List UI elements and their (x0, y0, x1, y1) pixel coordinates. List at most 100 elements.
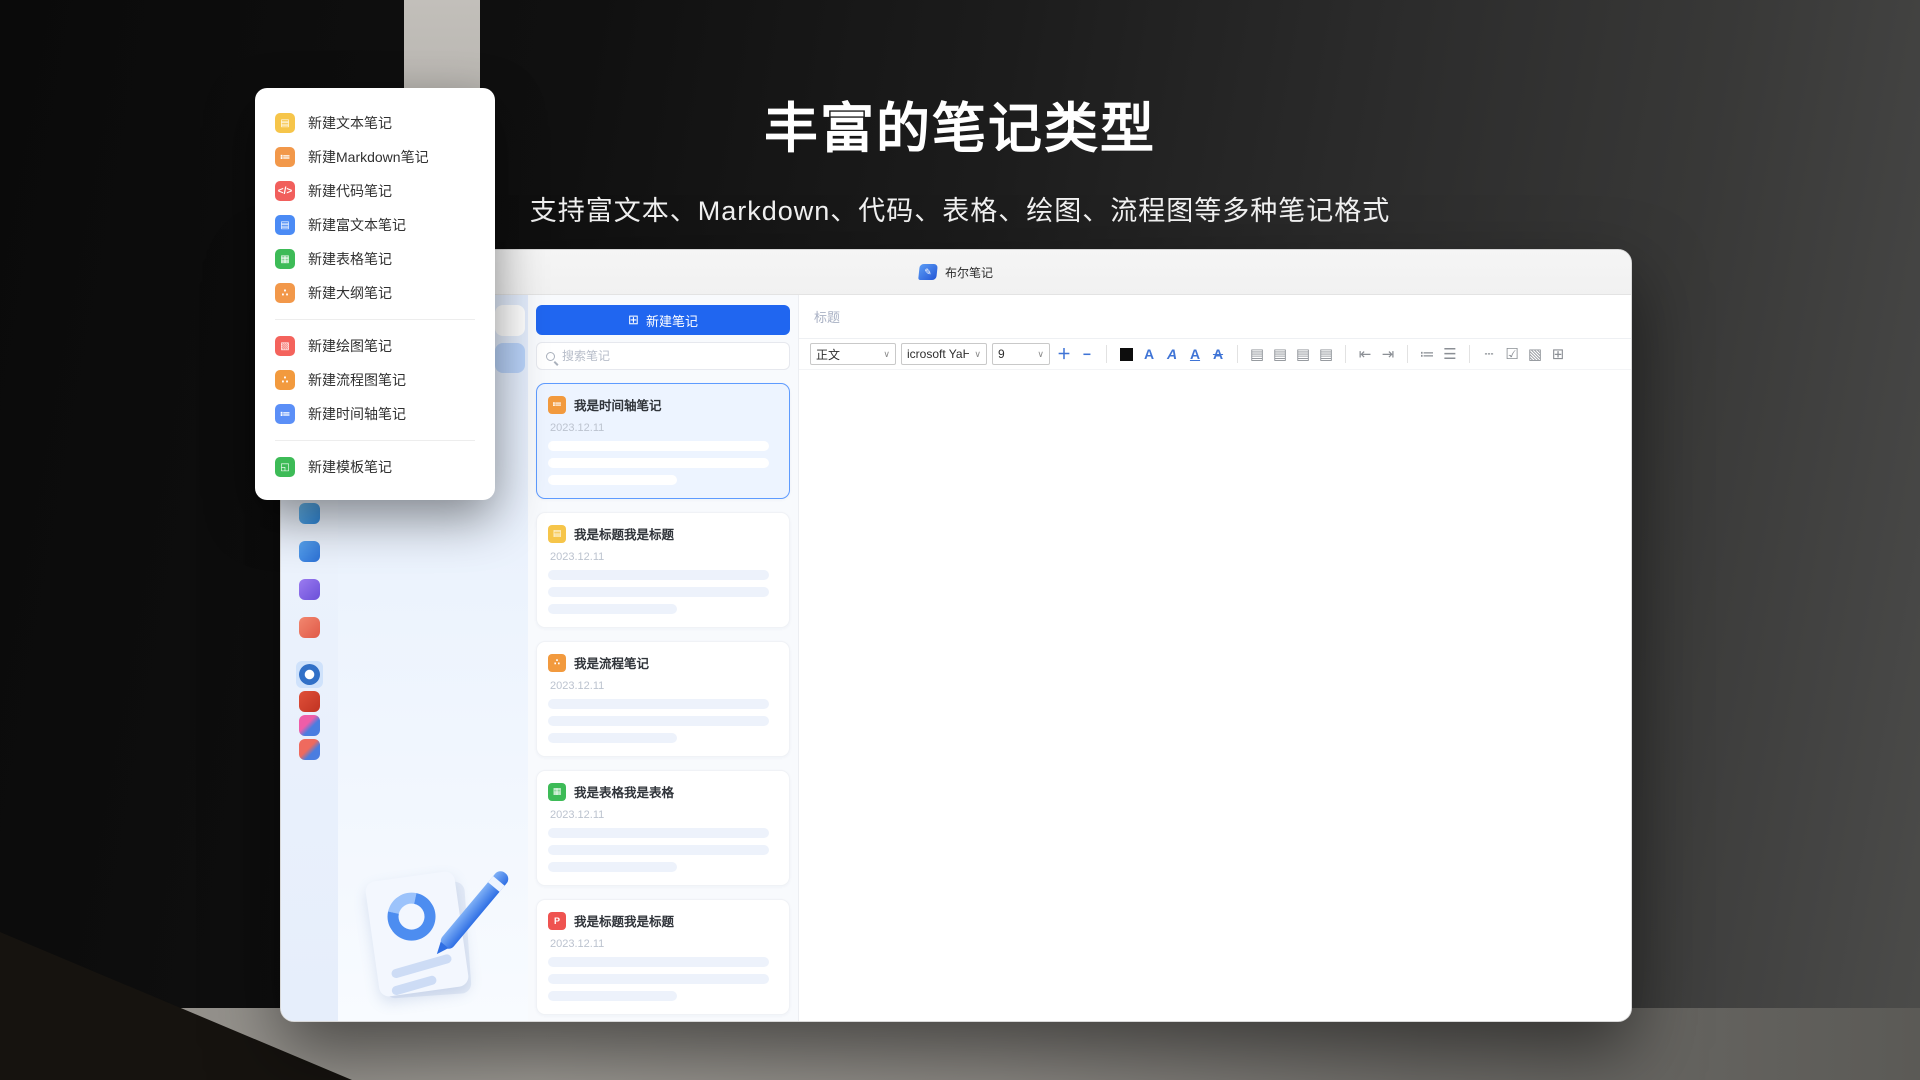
content-placeholder-bar (548, 716, 769, 726)
content-placeholder-bar (548, 441, 769, 451)
bullet-list-icon[interactable]: ☰ (1441, 343, 1459, 365)
home-icon[interactable] (299, 617, 320, 638)
new-note-button[interactable]: ⊞ 新建笔记 (536, 305, 790, 335)
menu-item-table-note[interactable]: ▦ 新建表格笔记 (255, 242, 495, 276)
menu-item-flowchart-note[interactable]: ∴ 新建流程图笔记 (255, 363, 495, 397)
app-logo-icon: ✎ (918, 264, 938, 280)
rings-icon[interactable] (299, 739, 320, 760)
note-date: 2023.12.11 (550, 422, 778, 434)
strikethrough-icon[interactable]: A (1209, 343, 1227, 365)
image-icon[interactable]: ▧ (1526, 343, 1544, 365)
content-placeholder-bar (548, 845, 769, 855)
menu-item-label: 新建绘图笔记 (308, 336, 392, 356)
menu-item-code-note[interactable]: </> 新建代码笔记 (255, 174, 495, 208)
s-logo-selected[interactable] (296, 661, 323, 688)
contacts-icon[interactable] (299, 503, 320, 524)
chat-doc-icon[interactable] (299, 541, 320, 562)
align-justify-icon[interactable]: ▤ (1317, 343, 1335, 365)
flowchart-note-icon: ∴ (548, 654, 566, 672)
toolbar-divider (1345, 345, 1346, 363)
notes-list-panel: ⊞ 新建笔记 ≔ 我是时间轴笔记 2023.12.11 ▤ (528, 295, 798, 1022)
note-date: 2023.12.11 (550, 551, 778, 563)
indent-decrease-icon[interactable]: ⇤ (1356, 343, 1374, 365)
search-input[interactable] (562, 349, 780, 363)
menu-divider (275, 319, 475, 320)
increase-font-icon[interactable]: ＋ (1055, 343, 1073, 365)
menu-item-label: 新建大纲笔记 (308, 283, 392, 303)
menu-item-label: 新建模板笔记 (308, 457, 392, 477)
decrease-font-icon[interactable]: − (1078, 343, 1096, 365)
flowchart-note-icon: ∴ (275, 370, 295, 390)
content-placeholder-bar (548, 570, 769, 580)
selected-folder-item[interactable] (495, 343, 525, 373)
plus-icon: ⊞ (628, 312, 639, 328)
toolbar-divider (1237, 345, 1238, 363)
align-right-icon[interactable]: ▤ (1294, 343, 1312, 365)
menu-item-text-note[interactable]: ▤ 新建文本笔记 (255, 106, 495, 140)
note-card[interactable]: P 我是标题我是标题 2023.12.11 (536, 899, 790, 1015)
richtext-note-icon: ▤ (275, 215, 295, 235)
menu-item-label: 新建时间轴笔记 (308, 404, 406, 424)
font-size-select[interactable]: 9 ∨ (992, 343, 1050, 365)
table-note-icon: ▦ (275, 249, 295, 269)
menu-item-outline-note[interactable]: ∴ 新建大纲笔记 (255, 276, 495, 310)
align-center-icon[interactable]: ▤ (1271, 343, 1289, 365)
color-swatch-icon (1120, 348, 1133, 361)
s-logo-icon[interactable] (299, 664, 320, 685)
table-icon[interactable]: ⊞ (1549, 343, 1567, 365)
paragraph-style-select[interactable]: 正文 ∨ (810, 343, 896, 365)
drawing-note-icon: ▧ (275, 336, 295, 356)
app-title: 布尔笔记 (945, 264, 993, 281)
chevron-down-icon: ∨ (974, 349, 981, 360)
note-title-field[interactable]: 标题 (799, 295, 1631, 339)
horizontal-rule-icon[interactable]: ┄ (1480, 343, 1498, 365)
timeline-note-icon: ≔ (548, 396, 566, 414)
menu-item-label: 新建代码笔记 (308, 181, 392, 201)
note-title: 我是标题我是标题 (574, 524, 674, 543)
bold-icon[interactable]: A (1140, 343, 1158, 365)
search-box[interactable] (536, 342, 790, 370)
font-family-select[interactable]: icrosoft YaHei UI ∨ (901, 343, 987, 365)
content-placeholder-bar (548, 991, 677, 1001)
note-card[interactable]: ▤ 我是标题我是标题 2023.12.11 (536, 512, 790, 628)
timeline-note-icon: ≔ (275, 404, 295, 424)
menu-item-markdown-note[interactable]: ≔ 新建Markdown笔记 (255, 140, 495, 174)
title-placeholder: 标题 (814, 307, 840, 326)
italic-icon[interactable]: A (1163, 343, 1181, 365)
note-card[interactable]: ▦ 我是表格我是表格 2023.12.11 (536, 770, 790, 886)
new-note-type-menu: ▤ 新建文本笔记 ≔ 新建Markdown笔记 </> 新建代码笔记 ▤ 新建富… (255, 88, 495, 500)
community-icon[interactable] (299, 579, 320, 600)
content-placeholder-bar (548, 862, 677, 872)
note-card[interactable]: ∴ 我是流程笔记 2023.12.11 (536, 641, 790, 757)
note-title: 我是表格我是表格 (574, 782, 674, 801)
numbered-list-icon[interactable]: ≔ (1418, 343, 1436, 365)
indent-increase-icon[interactable]: ⇥ (1379, 343, 1397, 365)
menu-item-label: 新建表格笔记 (308, 249, 392, 269)
checkbox-icon[interactable]: ☑ (1503, 343, 1521, 365)
menu-item-template-note[interactable]: ◱ 新建模板笔记 (255, 450, 495, 484)
content-placeholder-bar (548, 733, 677, 743)
collapse-button[interactable] (495, 305, 525, 336)
text-note-icon: ▤ (275, 113, 295, 133)
content-placeholder-bar (548, 587, 769, 597)
stack-icon[interactable] (299, 691, 320, 712)
toolbar-divider (1469, 345, 1470, 363)
k-logo-icon[interactable] (299, 715, 320, 736)
template-note-icon: ◱ (275, 457, 295, 477)
content-placeholder-bar (548, 828, 769, 838)
donut-chart-graphic (378, 883, 444, 949)
font-size-value: 9 (998, 347, 1005, 361)
align-left-icon[interactable]: ▤ (1248, 343, 1266, 365)
menu-item-label: 新建流程图笔记 (308, 370, 406, 390)
menu-item-timeline-note[interactable]: ≔ 新建时间轴笔记 (255, 397, 495, 431)
menu-item-drawing-note[interactable]: ▧ 新建绘图笔记 (255, 329, 495, 363)
menu-item-richtext-note[interactable]: ▤ 新建富文本笔记 (255, 208, 495, 242)
markdown-note-icon: ≔ (275, 147, 295, 167)
editor-canvas[interactable] (799, 370, 1631, 1022)
font-color-swatch[interactable] (1117, 343, 1135, 365)
note-title: 我是流程笔记 (574, 653, 649, 672)
toolbar-divider (1407, 345, 1408, 363)
underline-icon[interactable]: A (1186, 343, 1204, 365)
note-card[interactable]: ≔ 我是时间轴笔记 2023.12.11 (536, 383, 790, 499)
toolbar-divider (1106, 345, 1107, 363)
